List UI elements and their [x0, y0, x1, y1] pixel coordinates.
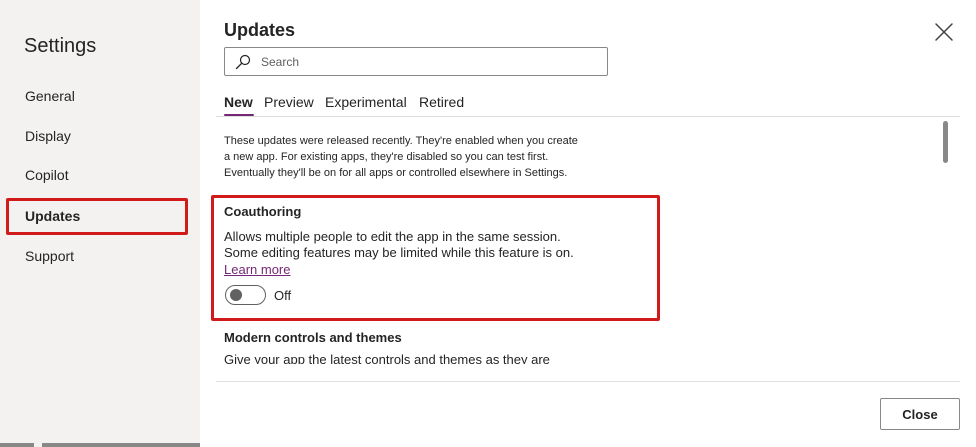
close-icon[interactable] — [933, 21, 955, 43]
feature-description-clip: Give your app the latest controls and th… — [224, 352, 644, 364]
toggle-state-label: Off — [274, 288, 292, 303]
footer-divider — [216, 381, 960, 382]
close-button[interactable]: Close — [880, 398, 960, 430]
tab-retired[interactable]: Retired — [419, 94, 464, 114]
coauthoring-toggle[interactable] — [225, 285, 266, 305]
tab-experimental[interactable]: Experimental — [325, 94, 407, 114]
tab-new[interactable]: New — [224, 94, 253, 114]
sidebar-item-copilot[interactable]: Copilot — [25, 165, 69, 185]
settings-sidebar: Settings General Display Copilot Updates… — [0, 0, 200, 447]
sidebar-item-general[interactable]: General — [25, 86, 75, 106]
feature-title-coauthoring: Coauthoring — [224, 204, 302, 219]
updates-intro-text: These updates were released recently. Th… — [224, 133, 614, 181]
page-title: Updates — [224, 20, 296, 40]
feature-description-modern-controls: Give your app the latest controls and th… — [224, 352, 550, 364]
sidebar-item-display[interactable]: Display — [25, 126, 71, 146]
feature-description-coauthoring: Allows multiple people to edit the app i… — [224, 229, 644, 261]
search-input[interactable] — [261, 48, 601, 75]
feature-description-line: Some editing features may be limited whi… — [224, 245, 574, 260]
sidebar-item-support[interactable]: Support — [25, 246, 74, 266]
learn-more-link[interactable]: Learn more — [224, 262, 290, 277]
feature-description-line: Allows multiple people to edit the app i… — [224, 229, 561, 244]
feature-title-modern-controls: Modern controls and themes — [224, 330, 402, 345]
scrollbar-thumb[interactable] — [943, 121, 948, 163]
tab-preview[interactable]: Preview — [264, 94, 314, 114]
intro-line: Eventually they'll be on for all apps or… — [224, 167, 568, 179]
intro-line: a new app. For existing apps, they're di… — [224, 151, 549, 163]
sidebar-bottom-strip — [0, 443, 200, 447]
toggle-knob — [230, 289, 242, 301]
sidebar-selection-highlight — [6, 198, 188, 235]
intro-line: These updates were released recently. Th… — [224, 135, 578, 147]
tab-divider — [216, 116, 960, 117]
search-box — [224, 47, 608, 76]
search-icon — [235, 54, 251, 70]
sidebar-title: Settings — [24, 35, 97, 57]
